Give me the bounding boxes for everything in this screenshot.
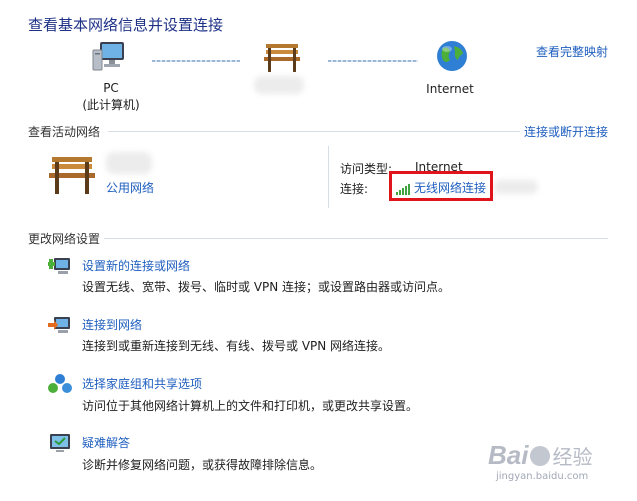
full-map-link[interactable]: 查看完整映射 [536, 43, 608, 60]
active-network-name-redacted [106, 152, 152, 174]
baidu-watermark: Bai 经验 jingyan.baidu.com [488, 440, 592, 482]
task-homegroup-desc: 访问位于其他网络计算机上的文件和打印机，或更改共享设置。 [82, 399, 419, 413]
globe-icon[interactable] [434, 38, 470, 78]
network-type-link[interactable]: 公用网络 [106, 179, 154, 196]
connect-disconnect-link[interactable]: 连接或断开连接 [524, 123, 608, 140]
task-homegroup-link[interactable]: 选择家庭组和共享选项 [82, 375, 202, 392]
watermark-brand-cn: 经验 [552, 445, 593, 469]
active-network-bench-icon[interactable] [46, 152, 98, 200]
ssid-redacted [494, 180, 538, 194]
change-settings-divider [104, 238, 608, 239]
access-type-label: 访问类型: [340, 162, 393, 176]
troubleshoot-icon[interactable] [48, 432, 72, 458]
network-name-redacted [254, 76, 304, 94]
watermark-brand: Bai [488, 440, 529, 470]
pc-icon[interactable] [90, 38, 128, 80]
connection-label: 连接: [340, 182, 369, 196]
internet-label: Internet [426, 82, 474, 96]
task-new-connection-desc: 设置无线、宽带、拨号、临时或 VPN 连接；或设置路由器或访问点。 [82, 280, 451, 294]
task-new-connection-link[interactable]: 设置新的连接或网络 [82, 257, 190, 274]
pc-label: PC (此计算机) [76, 80, 146, 114]
active-networks-divider [108, 131, 520, 132]
connection-line-right [328, 60, 418, 62]
active-network-separator [328, 146, 329, 208]
connect-network-icon[interactable] [48, 314, 72, 340]
new-connection-icon[interactable] [47, 256, 72, 282]
page-title: 查看基本网络信息并设置连接 [28, 16, 224, 34]
task-connect-network-link[interactable]: 连接到网络 [82, 316, 142, 333]
bench-icon[interactable] [262, 40, 302, 78]
task-troubleshoot-link[interactable]: 疑难解答 [82, 434, 130, 451]
task-connect-network-desc: 连接到或重新连接到无线、有线、拨号或 VPN 网络连接。 [82, 339, 391, 353]
pc-sublabel: (此计算机) [82, 98, 140, 112]
pc-name: PC [103, 81, 119, 95]
watermark-url: jingyan.baidu.com [496, 471, 589, 482]
task-troubleshoot-desc: 诊断并修复网络问题，或获得故障排除信息。 [82, 458, 323, 472]
active-networks-title: 查看活动网络 [28, 125, 101, 139]
highlight-box [389, 171, 493, 201]
paw-icon [530, 445, 551, 466]
change-settings-title: 更改网络设置 [28, 232, 101, 246]
connection-line-left [152, 60, 240, 62]
homegroup-icon[interactable] [48, 373, 72, 399]
